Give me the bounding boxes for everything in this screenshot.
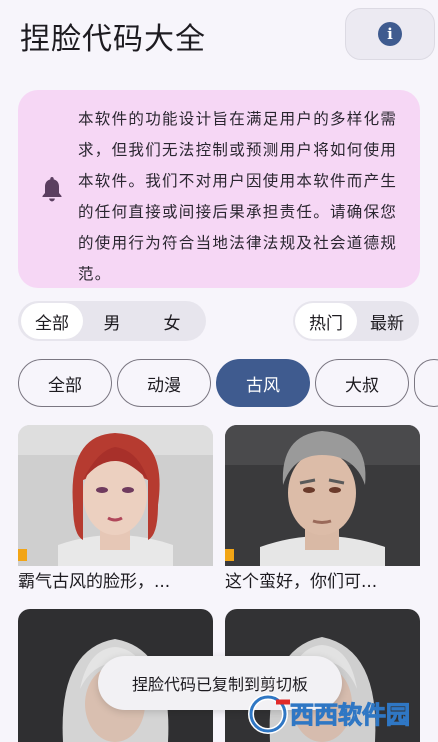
watermark-logo: 西西软件园 — [248, 694, 411, 734]
disclaimer-text: 本软件的功能设计旨在满足用户的多样化需 求，但我们无法控制或预测用户将如何使用 … — [78, 104, 408, 290]
watermark-text: 西西软件园 — [290, 701, 410, 729]
category-chip-anime[interactable]: 动漫 — [117, 359, 211, 407]
gender-option-male[interactable]: 男 — [83, 303, 141, 339]
category-chip-ancient[interactable]: 古风 — [216, 359, 310, 407]
category-chip-uncle[interactable]: 大叔 — [315, 359, 409, 407]
disclaimer-line: 本软件。我们不对用户因使用本软件而产生 — [78, 172, 398, 190]
face-card-1[interactable] — [18, 425, 213, 566]
app-header: 捏脸代码大全 i — [0, 0, 438, 68]
disclaimer-notice: 本软件的功能设计旨在满足用户的多样化需 求，但我们无法控制或预测用户将如何使用 … — [18, 90, 420, 288]
face-image-red-hair — [18, 425, 213, 566]
bell-icon — [42, 177, 62, 202]
disclaimer-line: 的任何直接或间接后果承担责任。请确保您 — [78, 203, 398, 221]
gender-option-female[interactable]: 女 — [141, 303, 203, 339]
disclaimer-line: 范。 — [78, 265, 112, 283]
info-button[interactable]: i — [345, 8, 435, 60]
page-title: 捏脸代码大全 — [20, 22, 206, 57]
card-caption: 霸气古风的脸形，... — [18, 572, 171, 592]
sort-filter: 热门 最新 — [293, 301, 419, 341]
disclaimer-line: 的使用行为符合当地法律法规及社会道德规 — [78, 234, 398, 252]
category-chip-all[interactable]: 全部 — [18, 359, 112, 407]
card-tag-marker — [225, 549, 234, 561]
face-card-2[interactable] — [225, 425, 420, 566]
sort-option-new[interactable]: 最新 — [357, 303, 417, 339]
card-caption: 这个蛮好，你们可... — [225, 572, 378, 592]
gender-filter: 全部 男 女 — [18, 301, 206, 341]
gender-option-all[interactable]: 全部 — [21, 303, 83, 339]
sort-option-hot[interactable]: 热门 — [295, 303, 357, 339]
face-image-gray-hair — [225, 425, 420, 566]
disclaimer-line: 求，但我们无法控制或预测用户将如何使用 — [78, 141, 398, 159]
category-chip-more[interactable] — [414, 359, 438, 407]
disclaimer-line: 本软件的功能设计旨在满足用户的多样化需 — [78, 110, 398, 128]
info-icon: i — [378, 22, 402, 46]
card-tag-marker — [18, 549, 27, 561]
